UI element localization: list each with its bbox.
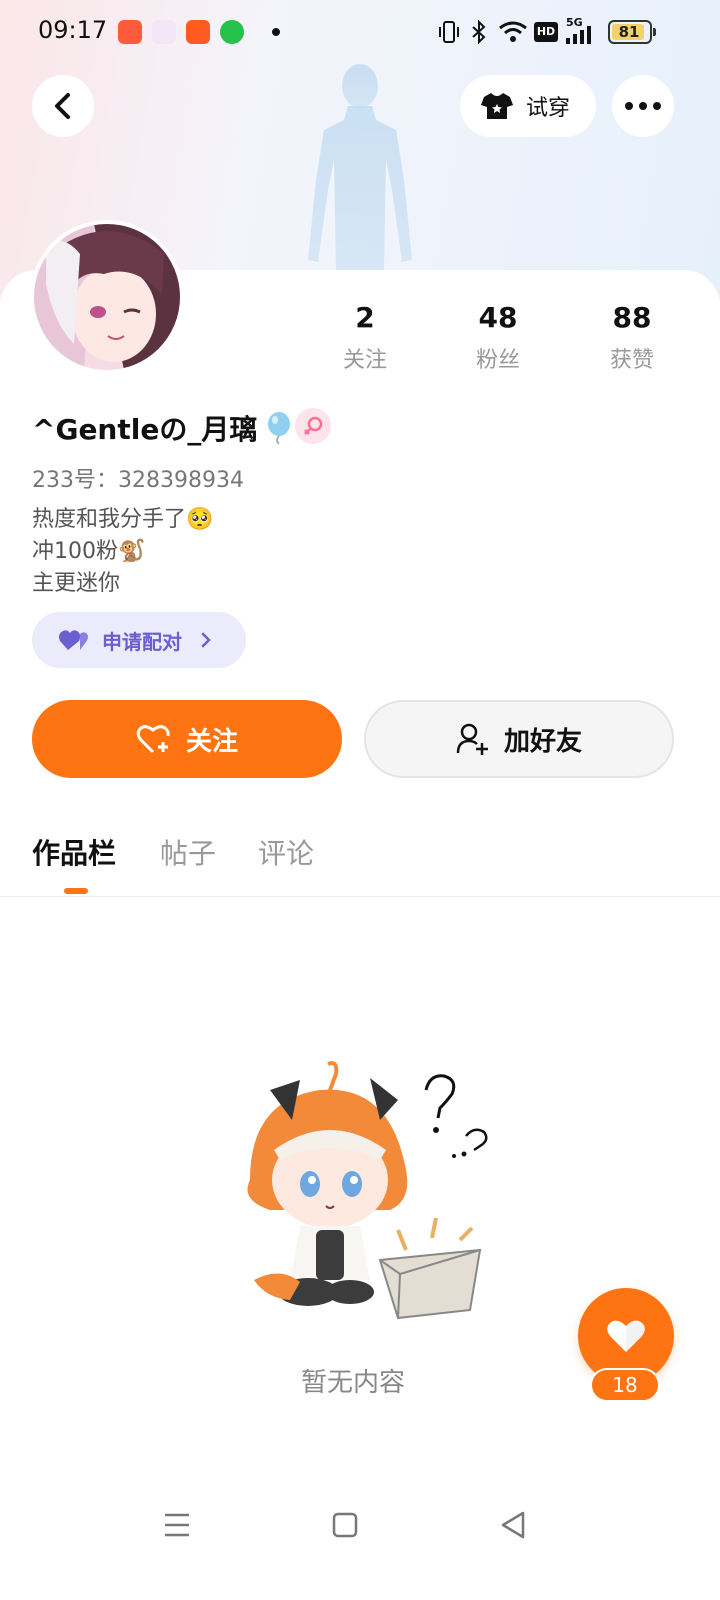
tab-posts[interactable]: 帖子 bbox=[160, 832, 216, 872]
bio-line: 热度和我分手了🥺 bbox=[32, 507, 214, 532]
status-bar: 09:17 HD 5G 81 bbox=[0, 0, 720, 64]
app-1-icon bbox=[118, 20, 142, 44]
bio: 热度和我分手了🥺 冲100粉🐒 主更迷你 bbox=[32, 504, 213, 600]
more-button[interactable] bbox=[612, 75, 674, 137]
likes-label: 获赞 bbox=[609, 348, 654, 373]
tab-works[interactable]: 作品栏 bbox=[32, 832, 116, 872]
active-tab-indicator bbox=[64, 888, 88, 894]
chevron-right-icon bbox=[201, 632, 211, 648]
stat-following[interactable]: 2 关注 bbox=[310, 298, 420, 374]
add-friend-label: 加好友 bbox=[503, 726, 582, 757]
system-nav-bar bbox=[0, 1490, 720, 1560]
vibrate-icon bbox=[439, 21, 459, 43]
chevron-left-icon bbox=[55, 93, 70, 119]
profile-name: ^Gentleの_月璃 bbox=[32, 413, 258, 446]
try-on-label: 试穿 bbox=[526, 96, 571, 121]
follow-label: 关注 bbox=[185, 726, 238, 757]
app-3-icon bbox=[186, 20, 210, 44]
heart-icon bbox=[607, 1320, 645, 1352]
hd-badge: HD bbox=[534, 22, 558, 42]
bio-line: 冲100粉🐒 bbox=[32, 539, 146, 564]
back-button[interactable] bbox=[32, 75, 94, 137]
request-pair-label: 申请配对 bbox=[102, 629, 182, 654]
balloon-icon bbox=[268, 412, 291, 445]
avatar-image bbox=[34, 224, 180, 370]
battery-level: 81 bbox=[618, 23, 640, 41]
likes-count: 88 bbox=[612, 301, 652, 334]
double-heart-icon bbox=[59, 630, 88, 650]
female-icon bbox=[304, 416, 323, 435]
stat-followers[interactable]: 48 粉丝 bbox=[443, 298, 553, 374]
like-count-badge: 18 bbox=[590, 1368, 660, 1402]
wifi-icon bbox=[499, 21, 527, 42]
more-notifications-dot bbox=[272, 28, 280, 36]
heart-plus-icon bbox=[136, 725, 170, 754]
empty-state-illustration bbox=[247, 1061, 488, 1320]
profile-name-row: ^Gentleの_月璃 bbox=[32, 408, 293, 448]
avatar[interactable] bbox=[30, 220, 184, 374]
add-friend-button[interactable]: 加好友 bbox=[364, 700, 674, 778]
gender-badge bbox=[295, 408, 331, 444]
follow-button[interactable]: 关注 bbox=[32, 700, 342, 778]
more-dots-icon bbox=[625, 102, 661, 110]
bluetooth-icon bbox=[472, 20, 486, 44]
wechat-icon bbox=[220, 20, 244, 44]
following-count: 2 bbox=[355, 301, 375, 334]
add-user-icon bbox=[456, 723, 488, 755]
followers-count: 48 bbox=[478, 301, 518, 334]
following-label: 关注 bbox=[342, 348, 387, 373]
signal-icon bbox=[566, 26, 591, 44]
avatar-3d-figure bbox=[308, 64, 412, 270]
back-triangle-icon[interactable] bbox=[500, 1510, 526, 1540]
tabs-divider bbox=[0, 896, 720, 897]
request-pair-button[interactable]: 申请配对 bbox=[32, 612, 246, 668]
stat-likes: 88 获赞 bbox=[577, 298, 687, 374]
menu-icon[interactable] bbox=[164, 1512, 190, 1538]
user-id: 233号：328398934 bbox=[32, 468, 244, 493]
followers-label: 粉丝 bbox=[475, 348, 520, 373]
tab-comments[interactable]: 评论 bbox=[258, 832, 314, 872]
shirt-icon bbox=[481, 93, 513, 119]
battery-indicator: 81 bbox=[608, 20, 656, 44]
home-square-icon[interactable] bbox=[332, 1512, 358, 1538]
try-on-button[interactable]: 试穿 bbox=[460, 75, 596, 137]
bio-line: 主更迷你 bbox=[32, 571, 121, 596]
status-time: 09:17 bbox=[38, 16, 108, 44]
app-2-icon bbox=[152, 20, 176, 44]
